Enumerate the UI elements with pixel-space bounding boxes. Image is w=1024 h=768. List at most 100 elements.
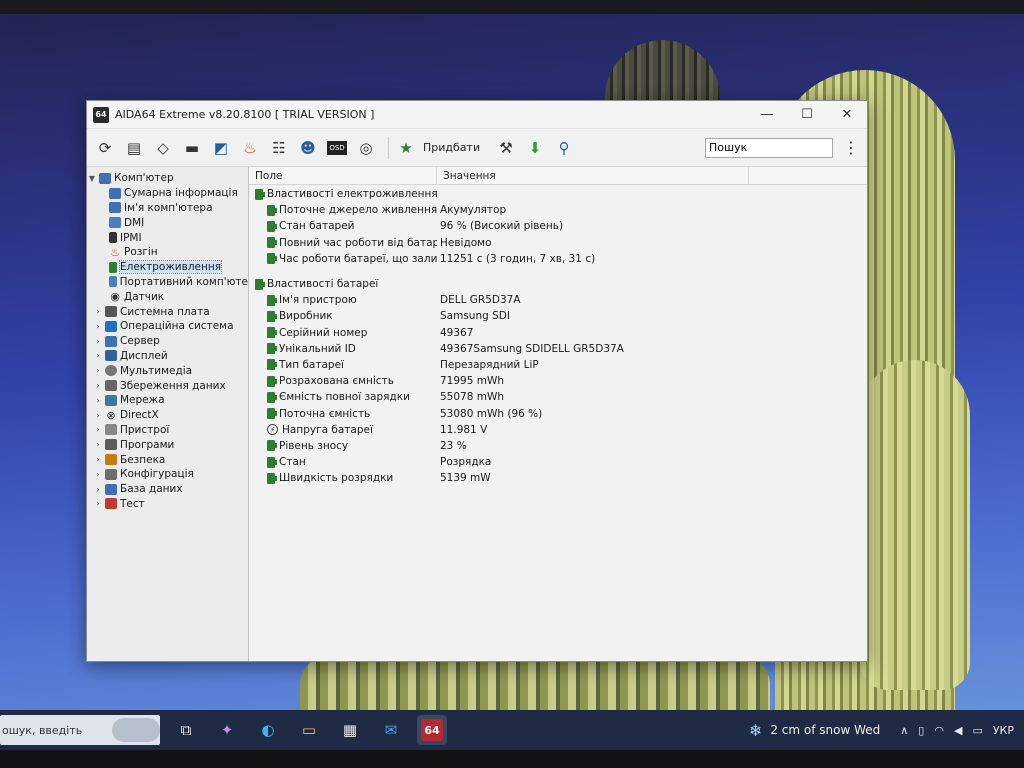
tree-item[interactable]: › Пристрої — [87, 423, 248, 438]
store-icon[interactable]: ▦ — [335, 715, 365, 745]
expand-icon[interactable]: › — [93, 455, 103, 464]
tree-item[interactable]: › Дисплей — [87, 349, 248, 364]
tree-item-power-selected[interactable]: Електроживлення — [87, 260, 248, 275]
tree-item[interactable]: › Збереження даних — [87, 378, 248, 393]
tree-item[interactable]: › Сервер — [87, 334, 248, 349]
close-button[interactable]: ✕ — [827, 101, 867, 129]
expand-icon[interactable]: › — [93, 411, 103, 420]
list-row[interactable]: Виробник Samsung SDI — [249, 308, 867, 324]
expand-icon[interactable]: › — [93, 307, 103, 316]
search-icon[interactable]: ⚲ — [552, 136, 576, 160]
group-header-power[interactable]: Властивості електроживлення — [249, 186, 867, 202]
file-explorer-icon[interactable]: ▭ — [294, 715, 324, 745]
list-row[interactable]: Ємність повної зарядки 55078 mWh — [249, 389, 867, 405]
tree-item[interactable]: › Тест — [87, 497, 248, 512]
chevron-up-icon[interactable]: ∧ — [900, 724, 908, 737]
phone-link-icon[interactable]: ▯ — [918, 724, 924, 737]
drive-icon[interactable]: ◇ — [151, 136, 175, 160]
network-icon[interactable]: ◩ — [209, 136, 233, 160]
list-row[interactable]: Тип батареї Перезарядний LiP — [249, 357, 867, 373]
expand-icon[interactable]: › — [93, 499, 103, 508]
expand-icon[interactable]: › — [93, 351, 103, 360]
expand-icon[interactable]: › — [93, 366, 103, 375]
weather-widget[interactable]: ❄ 2 cm of snow Wed — [749, 721, 880, 740]
list-row[interactable]: Рівень зносу 23 % — [249, 438, 867, 454]
title-bar[interactable]: 64 AIDA64 Extreme v8.20.8100 [ TRIAL VER… — [87, 101, 867, 129]
task-view-icon[interactable]: ⧉ — [171, 715, 201, 745]
osd-icon[interactable]: OSD — [325, 136, 349, 160]
list-row[interactable]: Швидкість розрядки 5139 mW — [249, 470, 867, 486]
maximize-button[interactable]: ☐ — [787, 101, 827, 129]
battery-tray-icon[interactable]: ▭ — [972, 724, 982, 737]
tree-item[interactable]: › ⊗ DirectX — [87, 408, 248, 423]
battery-icon — [267, 220, 277, 232]
wifi-icon[interactable]: ◠ — [934, 724, 944, 737]
tree-item[interactable]: › Програми — [87, 437, 248, 452]
expand-icon[interactable]: › — [93, 381, 103, 390]
tree-item[interactable]: › Мультимедіа — [87, 363, 248, 378]
outlook-icon[interactable]: ✉ — [376, 715, 406, 745]
list-row[interactable]: Повний час роботи від батареї Невідомо — [249, 235, 867, 251]
list-row[interactable]: Ім'я пристрою DELL GR5D37A — [249, 292, 867, 308]
tree-item[interactable]: IPMI — [87, 230, 248, 245]
expand-icon[interactable]: › — [93, 485, 103, 494]
snowflake-icon: ❄ — [748, 720, 763, 740]
report-icon[interactable]: ▤ — [122, 136, 146, 160]
list-row[interactable]: Розрахована ємність 71995 mWh — [249, 373, 867, 389]
more-menu-icon[interactable]: ⋮ — [841, 138, 861, 157]
tree-item[interactable]: Портативний комп'юте — [87, 275, 248, 290]
tree-item[interactable]: ◉ Датчик — [87, 289, 248, 304]
screen-bezel-bottom — [0, 750, 1024, 768]
star-icon[interactable]: ★ — [394, 136, 418, 160]
tree-item[interactable]: › Системна плата — [87, 304, 248, 319]
tree-item[interactable]: Сумарна інформація — [87, 186, 248, 201]
expand-icon[interactable]: › — [93, 470, 103, 479]
tree-item[interactable]: › База даних — [87, 482, 248, 497]
field-label: Стан батарей — [279, 220, 355, 233]
tree-item[interactable]: DMI — [87, 215, 248, 230]
tree-item[interactable]: ♨ Розгін — [87, 245, 248, 260]
volume-icon[interactable]: ◀ — [954, 724, 962, 737]
expand-icon[interactable]: › — [93, 396, 103, 405]
expand-icon[interactable]: › — [93, 425, 103, 434]
tools-icon[interactable]: ⚒ — [494, 136, 518, 160]
edge-icon[interactable]: ◐ — [253, 715, 283, 745]
expand-icon[interactable]: › — [93, 322, 103, 331]
list-row[interactable]: ⚡ Напруга батареї 11.981 V — [249, 422, 867, 438]
user-icon[interactable]: ☻ — [296, 136, 320, 160]
column-header-value[interactable]: Значення — [437, 167, 749, 184]
tree-item[interactable]: › Операційна система — [87, 319, 248, 334]
list-row[interactable]: Унікальний ID 49367Samsung SDIDELL GR5D37… — [249, 341, 867, 357]
memory-icon[interactable]: ▬ — [180, 136, 204, 160]
tree-item[interactable]: › Конфігурація — [87, 467, 248, 482]
list-row[interactable]: Час роботи батареї, що залиш...11251 с (… — [249, 251, 867, 267]
list-row[interactable]: Поточне джерело живлення Акумулятор — [249, 202, 867, 218]
aida64-taskbar-button[interactable]: 64 — [417, 715, 447, 745]
group-header-battery[interactable]: Властивості батареї — [249, 276, 867, 292]
tree-item[interactable]: › Безпека — [87, 452, 248, 467]
tree-item-computer[interactable]: ▼ Комп'ютер — [87, 171, 248, 186]
minimize-button[interactable]: — — [747, 101, 787, 129]
taskbar-search[interactable]: ошук, введіть — [0, 715, 160, 745]
language-indicator[interactable]: УКР — [993, 724, 1014, 737]
expand-icon[interactable]: › — [93, 440, 103, 449]
flame-icon[interactable]: ♨ — [238, 136, 262, 160]
copilot-icon[interactable]: ✦ — [212, 715, 242, 745]
list-icon[interactable]: ☷ — [267, 136, 291, 160]
field-value: 71995 mWh — [440, 375, 505, 388]
refresh-icon[interactable]: ⟳ — [93, 136, 117, 160]
column-header-field[interactable]: Поле — [249, 167, 437, 184]
tree-item[interactable]: › Мережа — [87, 393, 248, 408]
list-row[interactable]: Поточна ємність 53080 mWh (96 %) — [249, 405, 867, 421]
expand-icon[interactable]: › — [93, 337, 103, 346]
list-row[interactable]: Стан батарей 96 % (Високий рівень) — [249, 218, 867, 234]
search-input[interactable] — [705, 137, 833, 158]
download-icon[interactable]: ⬇ — [523, 136, 547, 160]
collapse-icon[interactable]: ▼ — [87, 174, 97, 183]
list-row[interactable]: Стан Розрядка — [249, 454, 867, 470]
sensor-icon[interactable]: ◎ — [354, 136, 378, 160]
list-row[interactable]: Серійний номер 49367 — [249, 325, 867, 341]
tree-item[interactable]: Ім'я комп'ютера — [87, 201, 248, 216]
field-value: 96 % (Високий рівень) — [440, 220, 564, 233]
add-button[interactable]: Придбати — [423, 141, 480, 154]
